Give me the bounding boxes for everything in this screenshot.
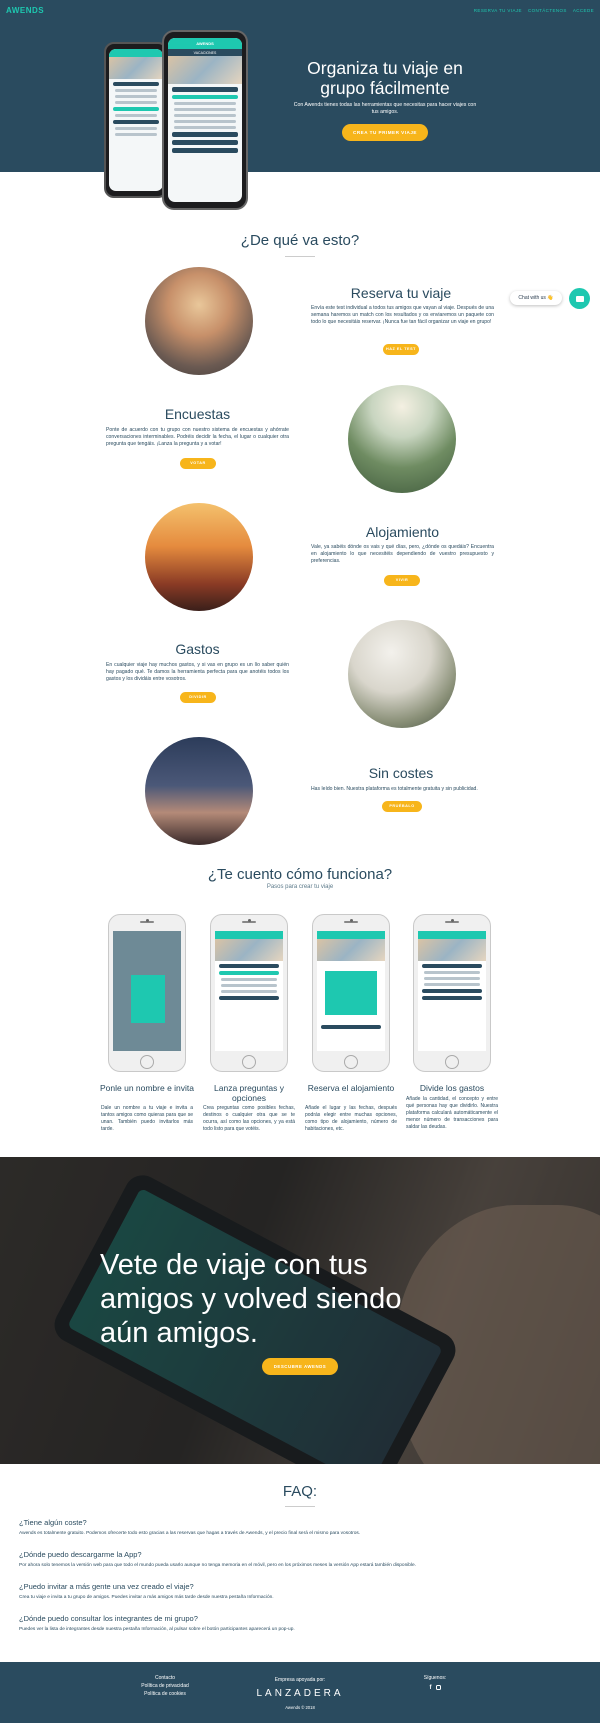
faq-question-4: ¿Dónde puedo consultar los integrantes d… bbox=[19, 1614, 198, 1623]
feature-image-stars bbox=[145, 737, 253, 845]
faq-answer-3: Crea tu viaje e invita a tu grupo de ami… bbox=[19, 1595, 274, 1600]
hero-phone-front: AWENDS VACACIONES bbox=[162, 30, 248, 210]
feature-text-encuestas: Ponte de acuerdo con tu grupo con nuestr… bbox=[106, 427, 289, 447]
footer-partner: Empresa apoyada por: LANZADERA Awends © … bbox=[250, 1676, 350, 1712]
footer-link-contact[interactable]: Contacto bbox=[128, 1674, 202, 1682]
faq-answer-4: Puedes ver la lista de integrantes desde… bbox=[19, 1627, 295, 1632]
nav-link-accede[interactable]: ACCEDE bbox=[573, 8, 594, 13]
feature-title-gastos: Gastos bbox=[175, 641, 220, 657]
feature-title-reserva: Reserva tu viaje bbox=[350, 285, 452, 301]
footer-supported-label: Empresa apoyada por: bbox=[274, 1677, 326, 1683]
faq-question-2: ¿Dónde puedo descargarme la App? bbox=[19, 1550, 142, 1559]
feature-image-friends bbox=[348, 385, 456, 493]
phone-header: AWENDS bbox=[196, 41, 214, 46]
hero-title: Organiza tu viaje en grupo fácilmente bbox=[307, 58, 463, 98]
faq-answer-2: Por ahora solo tenemos la versión web pa… bbox=[19, 1563, 417, 1568]
step-text-1: Dale un nombre a tu viaje e invita a tan… bbox=[101, 1105, 193, 1132]
feature-title-encuestas: Encuestas bbox=[164, 406, 231, 422]
feature-title-alojamiento: Alojamiento bbox=[365, 524, 440, 540]
copyright: Awends © 2018 bbox=[285, 1705, 315, 1710]
step-title-2: Lanza preguntas y opciones bbox=[214, 1083, 284, 1103]
faq-divider bbox=[285, 1506, 315, 1507]
feature-text-reserva: Envía este test individual a todos tus a… bbox=[311, 305, 494, 325]
feature-text-sincostes: Has leído bien. Nuestra plataforma es to… bbox=[311, 786, 478, 792]
follow-label: Síguenos: bbox=[423, 1675, 447, 1681]
faq-question-3: ¿Puedo invitar a más gente una vez cread… bbox=[19, 1582, 194, 1591]
nav-link-contacto[interactable]: CONTÁCTENOS bbox=[528, 8, 567, 13]
faq-title: FAQ: bbox=[282, 1483, 318, 1500]
hero-subtitle: Con Awends tienes todas las herramientas… bbox=[293, 102, 477, 115]
about-divider bbox=[285, 256, 315, 257]
step-phone-4 bbox=[413, 914, 491, 1072]
how-subtitle: Pasos para crear tu viaje bbox=[266, 884, 334, 890]
take-test-button[interactable]: HAZ EL TEST bbox=[383, 344, 419, 355]
feature-title-sincostes: Sin costes bbox=[368, 765, 434, 781]
feature-text-alojamiento: Vale, ya sabéis dónde os vais y qué días… bbox=[311, 544, 494, 564]
divide-button[interactable]: DIVIDIR bbox=[180, 692, 216, 703]
chat-icon[interactable] bbox=[569, 288, 590, 309]
footer-link-privacy[interactable]: Política de privacidad bbox=[128, 1682, 202, 1690]
how-title: ¿Te cuento cómo funciona? bbox=[207, 866, 393, 883]
step-text-4: Añade la cantidad, el concepto y entre q… bbox=[406, 1096, 498, 1130]
footer: Contacto Política de privacidad Política… bbox=[0, 1662, 600, 1723]
footer-link-cookies[interactable]: Política de cookies bbox=[128, 1690, 202, 1698]
instagram-icon[interactable] bbox=[435, 1685, 441, 1690]
facebook-icon[interactable]: f bbox=[430, 1684, 432, 1692]
step-phone-1 bbox=[108, 914, 186, 1072]
about-title: ¿De qué va esto? bbox=[240, 232, 360, 249]
chat-label: Chat with us 👋 bbox=[518, 295, 554, 301]
live-button[interactable]: VIVIR bbox=[384, 575, 420, 586]
hero-phone-back bbox=[104, 42, 168, 198]
banner-title: Vete de viaje con tus amigos y volved si… bbox=[100, 1249, 402, 1349]
step-title-1: Ponle un nombre e invita bbox=[99, 1083, 195, 1093]
faq-answer-1: Awends es totalmente gratuito. Podemos o… bbox=[19, 1531, 361, 1536]
top-nav: AWENDS RESERVA TU VIAJE CONTÁCTENOS ACCE… bbox=[0, 0, 600, 20]
faq-question-1: ¿Tiene algún coste? bbox=[19, 1518, 87, 1527]
create-trip-button[interactable]: CREA TU PRIMER VIAJE bbox=[342, 124, 428, 141]
vote-button[interactable]: VOTAR bbox=[180, 458, 216, 469]
step-title-4: Divide los gastos bbox=[419, 1083, 485, 1093]
feature-text-gastos: En cualquier viaje hay muchos gastos, y … bbox=[106, 662, 289, 682]
phone-tab: VACACIONES bbox=[193, 50, 217, 55]
feature-image-sunset bbox=[145, 503, 253, 611]
try-it-button[interactable]: PRUÉBALO bbox=[382, 801, 422, 812]
step-text-3: Añade el lugar y las fechas, después pod… bbox=[305, 1105, 397, 1132]
nav-link-reserva[interactable]: RESERVA TU VIAJE bbox=[474, 8, 522, 13]
lanzadera-logo[interactable]: LANZADERA bbox=[250, 1688, 350, 1700]
promo-banner: Vete de viaje con tus amigos y volved si… bbox=[0, 1157, 600, 1464]
step-text-2: Crea preguntas como posibles fechas, des… bbox=[203, 1105, 295, 1132]
footer-links: Contacto Política de privacidad Política… bbox=[128, 1674, 202, 1698]
chat-widget[interactable]: Chat with us 👋 bbox=[510, 291, 562, 305]
awends-logo[interactable]: AWENDS bbox=[6, 6, 44, 15]
feature-image-travel bbox=[145, 267, 253, 375]
footer-social: Síguenos: f bbox=[405, 1674, 465, 1692]
step-title-3: Reserva el alojamiento bbox=[307, 1083, 395, 1093]
feature-image-room bbox=[348, 620, 456, 728]
discover-button[interactable]: DESCUBRE AWENDS bbox=[262, 1358, 338, 1375]
step-phone-3 bbox=[312, 914, 390, 1072]
nav-links: RESERVA TU VIAJE CONTÁCTENOS ACCEDE bbox=[474, 8, 594, 13]
step-phone-2 bbox=[210, 914, 288, 1072]
